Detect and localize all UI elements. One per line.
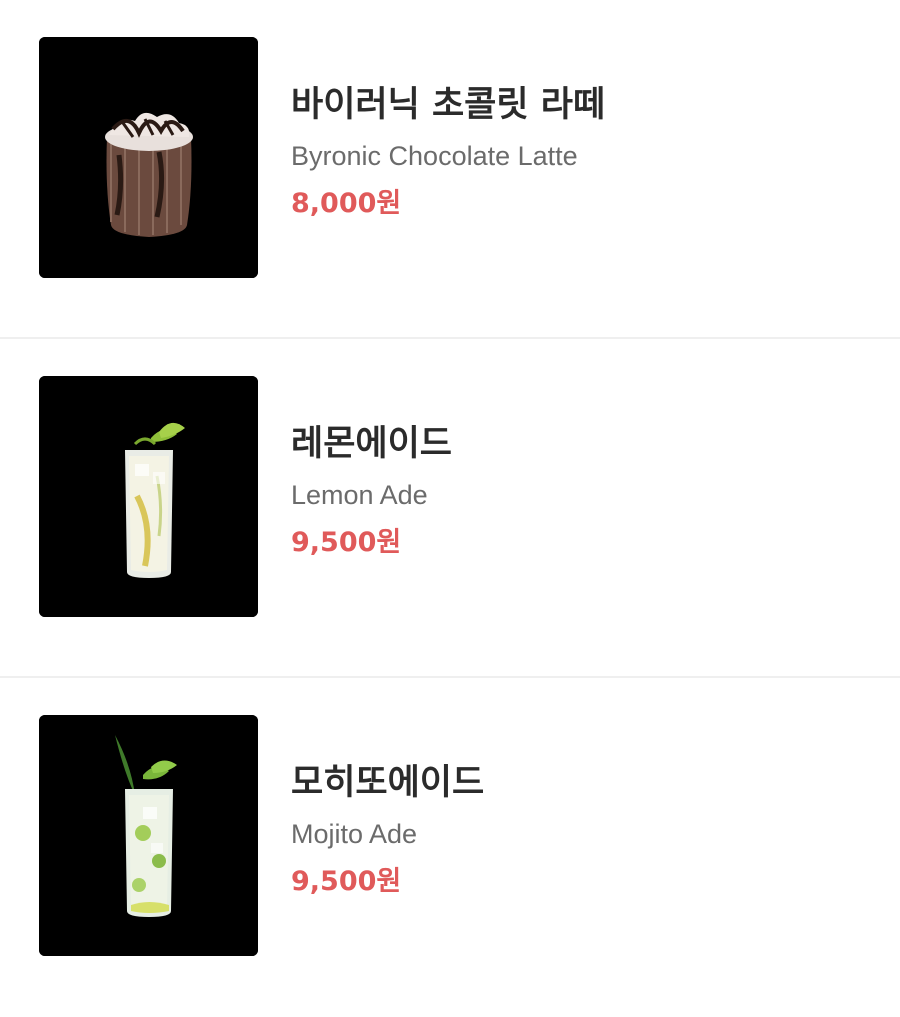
menu-item-chocolate-latte[interactable]: 바이러닉 초콜릿 라떼 Byronic Chocolate Latte 8,00… xyxy=(0,0,900,339)
mojito-drink-icon[interactable] xyxy=(39,715,258,956)
chocolate-latte-drink-icon[interactable] xyxy=(39,37,258,278)
menu-item-info: 모히또에이드 Mojito Ade 9,500원 xyxy=(291,761,484,899)
menu-item-info: 레몬에이드 Lemon Ade 9,500원 xyxy=(291,422,452,560)
menu-item-mojito[interactable]: 모히또에이드 Mojito Ade 9,500원 xyxy=(0,678,900,1017)
item-name-korean: 바이러닉 초콜릿 라떼 xyxy=(291,85,606,125)
item-price: 8,000원 xyxy=(291,188,402,219)
lemonade-drink-icon[interactable] xyxy=(39,376,258,617)
menu-item-info: 바이러닉 초콜릿 라떼 Byronic Chocolate Latte 8,00… xyxy=(291,83,605,221)
item-price: 9,500원 xyxy=(291,527,402,558)
item-name-english: Byronic Chocolate Latte xyxy=(291,141,578,171)
item-name-korean: 레몬에이드 xyxy=(291,424,453,464)
menu-item-lemonade[interactable]: 레몬에이드 Lemon Ade 9,500원 xyxy=(0,339,900,678)
item-name-english: Lemon Ade xyxy=(291,480,428,510)
item-name-korean: 모히또에이드 xyxy=(291,763,485,803)
item-name-english: Mojito Ade xyxy=(291,819,418,849)
menu-list: 바이러닉 초콜릿 라떼 Byronic Chocolate Latte 8,00… xyxy=(0,0,900,999)
item-price: 9,500원 xyxy=(291,866,402,897)
